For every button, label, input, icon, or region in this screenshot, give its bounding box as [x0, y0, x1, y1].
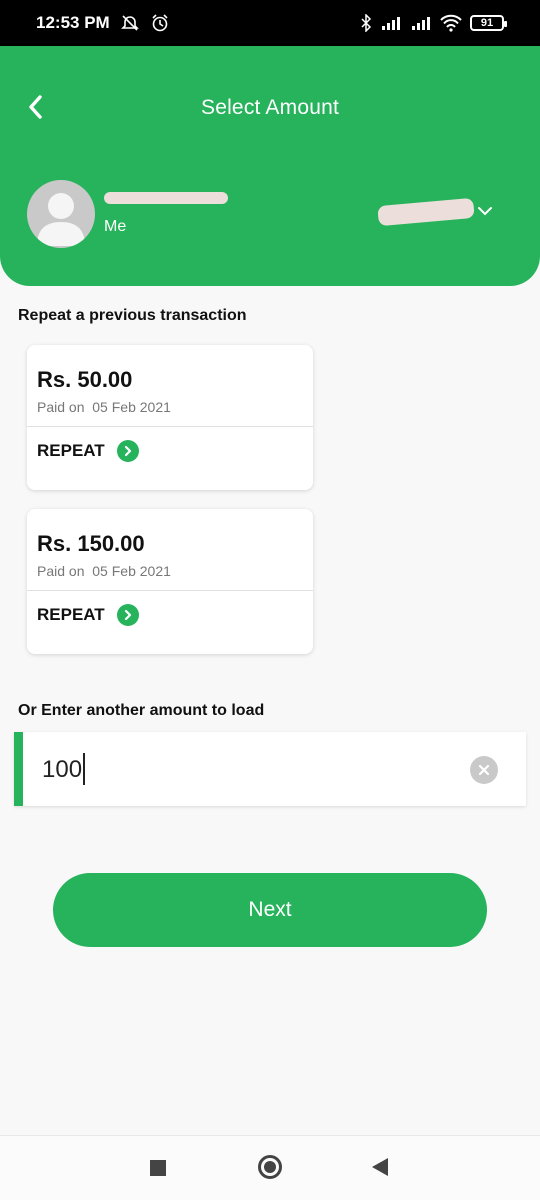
- system-nav-bar: [0, 1135, 540, 1200]
- person-icon: [37, 193, 85, 246]
- amount-input[interactable]: [42, 754, 442, 786]
- redacted-name: [104, 192, 228, 204]
- signal-icon: [380, 15, 402, 31]
- home-button[interactable]: [258, 1155, 282, 1179]
- transaction-paid-on: Paid on 05 Feb 2021: [37, 563, 171, 579]
- transaction-amount: Rs. 150.00: [37, 531, 145, 556]
- status-time: 12:53 PM: [36, 13, 110, 32]
- divider: [27, 590, 313, 591]
- divider: [27, 426, 313, 427]
- transaction-card: Rs. 150.00 Paid on 05 Feb 2021 REPEAT: [27, 509, 313, 654]
- back-nav-button[interactable]: [372, 1158, 388, 1176]
- account-dropdown[interactable]: [476, 204, 494, 218]
- alarm-icon: [150, 13, 170, 33]
- avatar: [27, 180, 95, 248]
- chevron-right-icon: [116, 604, 139, 626]
- chevron-right-icon: [116, 440, 139, 462]
- repeat-button[interactable]: REPEAT: [37, 601, 139, 629]
- battery-level: 91: [480, 17, 494, 29]
- clear-icon: [478, 764, 490, 776]
- page-title: Select Amount: [200, 96, 339, 119]
- previous-transactions-label: Repeat a previous transaction: [18, 307, 247, 324]
- next-button[interactable]: Next: [53, 873, 487, 947]
- transaction-amount: Rs. 50.00: [37, 367, 133, 392]
- transaction-date: 05 Feb 2021: [92, 399, 171, 415]
- transaction-paid-on: Paid on 05 Feb 2021: [37, 399, 171, 415]
- status-bar: 12:53 PM 91: [0, 0, 540, 46]
- chevron-down-icon: [478, 207, 492, 216]
- status-left: 12:53 PM: [36, 13, 170, 33]
- amount-accent-bar: [14, 732, 23, 806]
- text-caret: [83, 753, 85, 785]
- battery-icon: 91: [470, 15, 507, 31]
- repeat-label: REPEAT: [37, 605, 105, 624]
- signal-icon: [410, 15, 432, 31]
- paid-on-label: Paid on: [37, 563, 85, 579]
- transaction-card: Rs. 50.00 Paid on 05 Feb 2021 REPEAT: [27, 345, 313, 490]
- redacted-account: [377, 197, 475, 227]
- repeat-button[interactable]: REPEAT: [37, 437, 139, 465]
- custom-amount-label: Or Enter another amount to load: [18, 702, 265, 719]
- transaction-date: 05 Feb 2021: [92, 563, 171, 579]
- alarm-off-icon: [120, 13, 140, 33]
- header: Select Amount Me: [0, 46, 540, 286]
- profile-label: Me: [104, 218, 127, 235]
- wifi-icon: [440, 14, 462, 32]
- status-right: 91: [360, 14, 507, 32]
- repeat-label: REPEAT: [37, 441, 105, 460]
- bluetooth-icon: [360, 14, 372, 32]
- clear-button[interactable]: [470, 756, 498, 784]
- recents-button[interactable]: [150, 1160, 166, 1176]
- paid-on-label: Paid on: [37, 399, 85, 415]
- amount-field[interactable]: [14, 732, 526, 806]
